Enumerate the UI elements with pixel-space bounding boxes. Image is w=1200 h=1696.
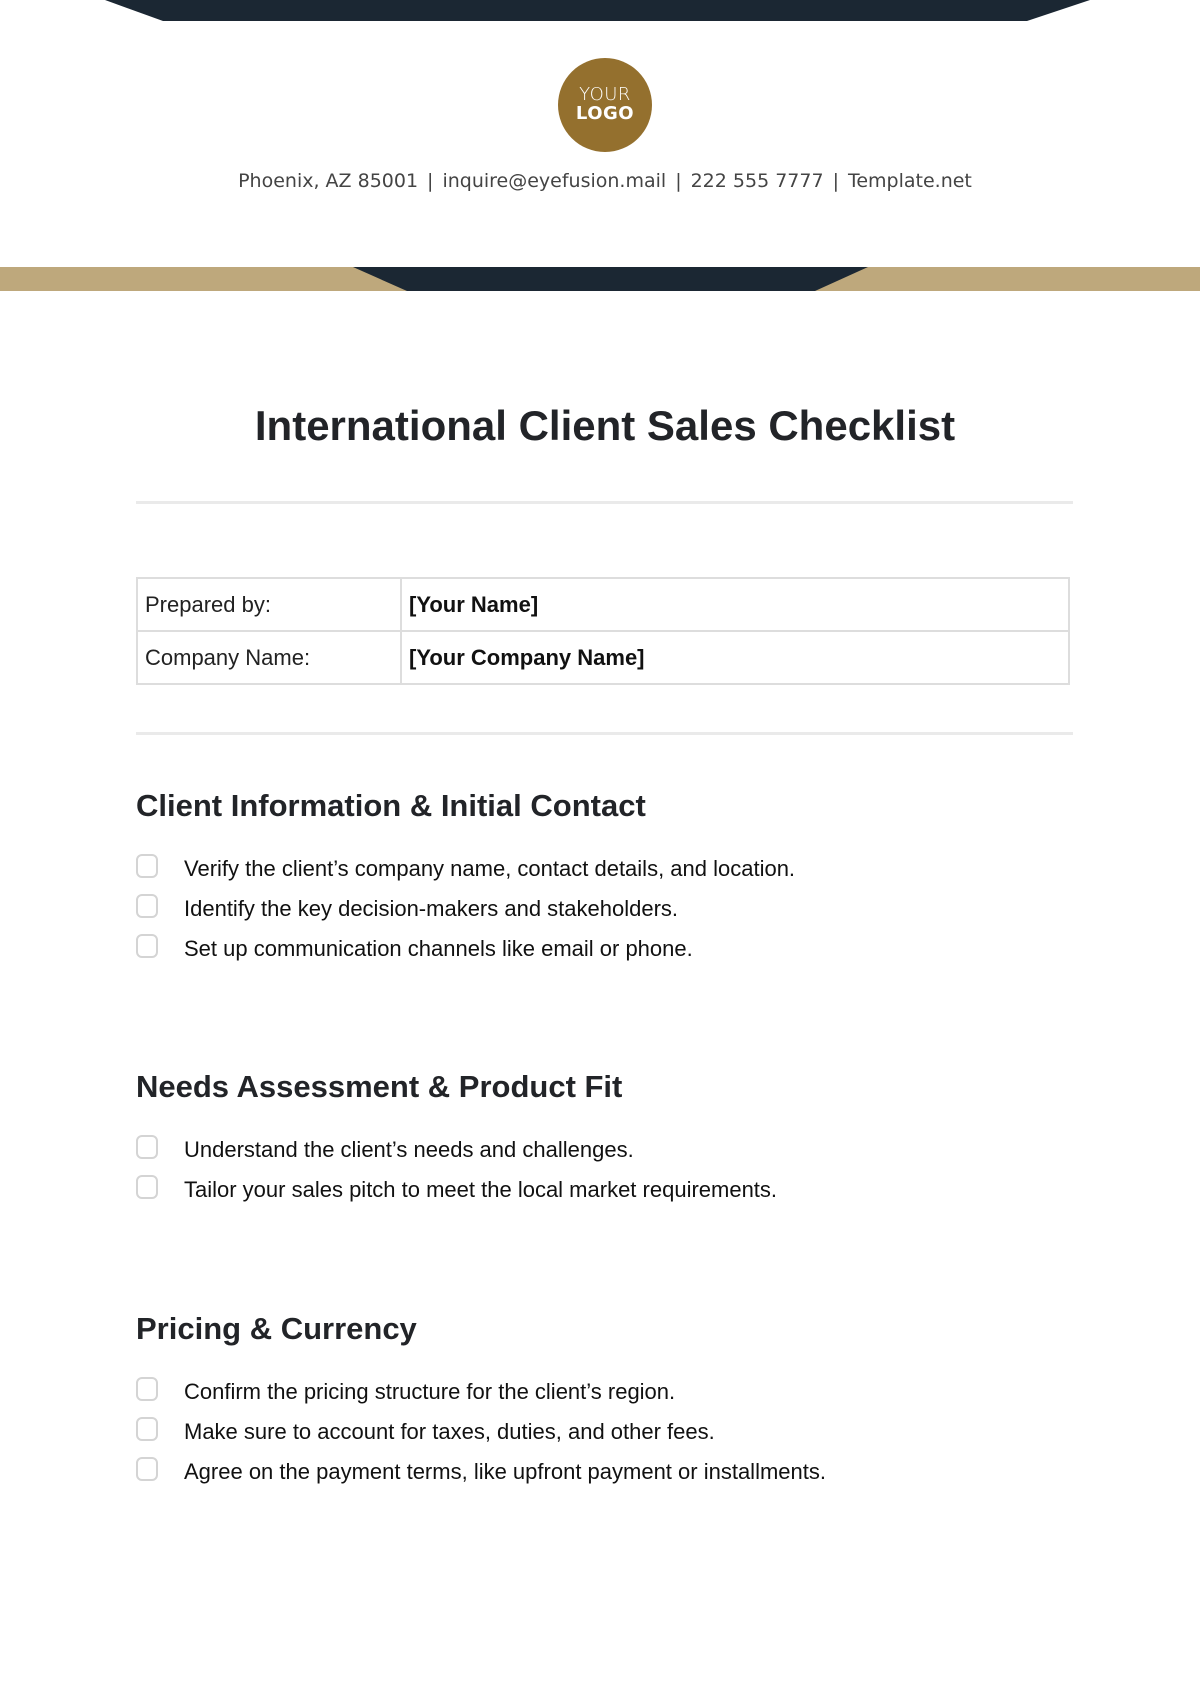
checklist-item: Set up communication channels like email… — [136, 929, 1096, 969]
contact-address: Phoenix, AZ 85001 — [238, 170, 419, 192]
checklist-item-text: Confirm the pricing structure for the cl… — [184, 1379, 676, 1404]
company-logo: YOUR LOGO — [558, 58, 652, 152]
logo-line-2: LOGO — [575, 103, 635, 124]
checkbox[interactable] — [136, 894, 158, 918]
section-heading: Client Information & Initial Contact — [136, 788, 646, 823]
checkbox[interactable] — [136, 1377, 158, 1401]
checklist-item: Confirm the pricing structure for the cl… — [136, 1372, 1096, 1412]
checklist-item-text: Tailor your sales pitch to meet the loca… — [184, 1177, 778, 1202]
header-top-band — [105, 0, 1090, 21]
meta-label: Prepared by: — [136, 577, 402, 632]
meta-label: Company Name: — [136, 630, 402, 685]
separator: | — [427, 170, 434, 192]
section-heading: Pricing & Currency — [136, 1311, 417, 1346]
checkbox[interactable] — [136, 1175, 158, 1199]
checkbox[interactable] — [136, 1135, 158, 1159]
checkbox[interactable] — [136, 934, 158, 958]
section-heading: Needs Assessment & Product Fit — [136, 1069, 623, 1104]
meta-value[interactable]: [Your Name] — [400, 577, 1070, 632]
contact-phone: 222 555 7777 — [690, 170, 824, 192]
table-row: Prepared by: [Your Name] — [136, 577, 1070, 632]
checklist-section: Pricing & Currency Confirm the pricing s… — [136, 1311, 1096, 1492]
header-bottom-band — [0, 267, 1200, 291]
checklist-item-text: Understand the client’s needs and challe… — [184, 1137, 634, 1162]
contact-line: Phoenix, AZ 85001 | inquire@eyefusion.mail… — [0, 170, 1200, 192]
divider — [136, 501, 1073, 504]
checkbox[interactable] — [136, 1417, 158, 1441]
separator: | — [675, 170, 682, 192]
contact-email: inquire@eyefusion.mail — [442, 170, 667, 192]
checklist-item-text: Agree on the payment terms, like upfront… — [184, 1459, 826, 1484]
checklist-section: Needs Assessment & Product Fit Understan… — [136, 1069, 1096, 1210]
meta-value[interactable]: [Your Company Name] — [400, 630, 1070, 685]
checklist-item-text: Set up communication channels like email… — [184, 936, 693, 961]
table-row: Company Name: [Your Company Name] — [136, 630, 1070, 685]
document-title: International Client Sales Checklist — [254, 402, 956, 449]
divider — [136, 732, 1073, 735]
checklist-item: Verify the client’s company name, contac… — [136, 849, 1096, 889]
checklist-item-text: Make sure to account for taxes, duties, … — [184, 1419, 715, 1444]
checklist-item: Make sure to account for taxes, duties, … — [136, 1412, 1096, 1452]
checklist-item: Understand the client’s needs and challe… — [136, 1130, 1096, 1170]
checklist-item-text: Verify the client’s company name, contac… — [184, 856, 796, 881]
checkbox[interactable] — [136, 1457, 158, 1481]
bottom-band-navy-shape — [353, 267, 868, 291]
checklist-item-text: Identify the key decision-makers and sta… — [184, 896, 679, 921]
checklist-item: Agree on the payment terms, like upfront… — [136, 1452, 1096, 1492]
separator: | — [832, 170, 839, 192]
document-meta-table: Prepared by: [Your Name] Company Name: [… — [136, 577, 1070, 685]
checklist-section: Client Information & Initial Contact Ver… — [136, 788, 1096, 969]
top-band-shape — [105, 0, 1090, 21]
contact-website: Template.net — [847, 170, 972, 192]
checkbox[interactable] — [136, 854, 158, 878]
checklist-item: Tailor your sales pitch to meet the loca… — [136, 1170, 1096, 1210]
checklist-item: Identify the key decision-makers and sta… — [136, 889, 1096, 929]
